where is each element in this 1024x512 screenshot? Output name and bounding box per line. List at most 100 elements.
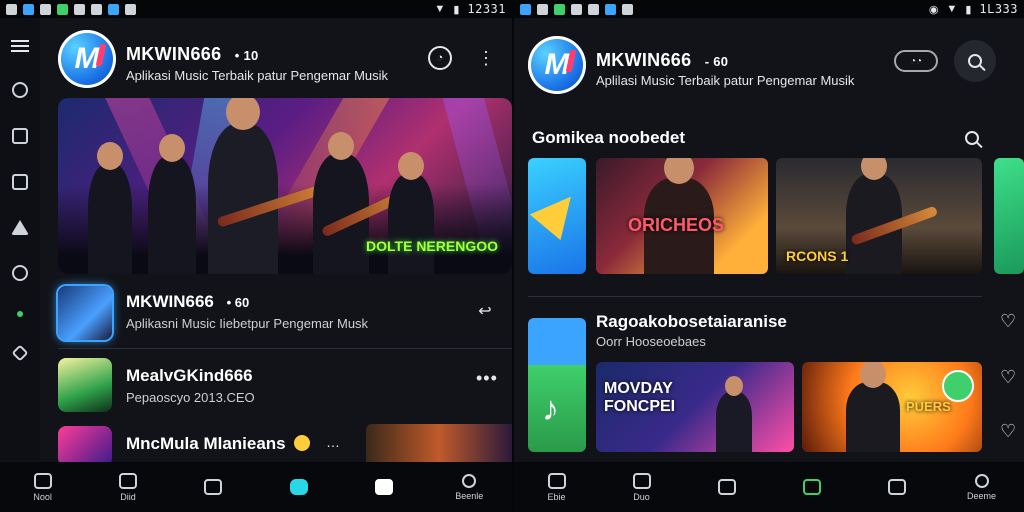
app-icon [23, 3, 34, 15]
playlist-card[interactable] [528, 158, 586, 274]
divider [528, 296, 982, 297]
album-card[interactable]: PUERS [802, 362, 982, 452]
clock: 1L333 [979, 2, 1018, 16]
more-options-icon[interactable]: ••• [476, 368, 498, 389]
menu-icon[interactable] [11, 40, 29, 52]
card-label: MOVDAY FONCPEI [604, 380, 676, 415]
sidebar [0, 18, 40, 460]
bottom-nav: Nool Diid Beenle [0, 462, 512, 512]
notification-icon [74, 3, 85, 15]
nav-play[interactable] [269, 479, 329, 495]
nav-home[interactable]: Ebie [527, 472, 587, 502]
nav-music[interactable] [782, 479, 842, 495]
emoji-icon [294, 435, 311, 451]
heart-icon[interactable]: ♡ [1000, 422, 1016, 440]
signal-icon: ▮ [965, 3, 972, 16]
heart-icon [204, 479, 223, 495]
app-icon [520, 3, 531, 15]
library-icon [374, 479, 393, 495]
playlist-card[interactable] [994, 158, 1024, 274]
app-logo: M [58, 30, 116, 88]
clock: 12331 [467, 2, 506, 16]
play-icon [289, 479, 308, 495]
album-card[interactable]: ORICHEOS [596, 158, 768, 274]
more-vertical-icon[interactable]: ⋮ [477, 46, 495, 70]
headphones-icon[interactable]: ◔ [428, 46, 452, 70]
now-playing-icon[interactable] [17, 311, 23, 317]
library-icon [887, 479, 906, 495]
nav-profile[interactable]: Beenle [439, 473, 499, 501]
divider [58, 348, 512, 349]
home-icon[interactable] [12, 82, 28, 98]
card-label: ORICHEOS [628, 215, 725, 235]
notification-icon [571, 3, 582, 15]
notification-icon [588, 3, 599, 15]
heart-icon[interactable]: ♡ [1000, 368, 1016, 386]
compass-icon [632, 472, 651, 489]
track-title: MKWIN666 • 60 [126, 292, 250, 311]
app-icon [605, 3, 616, 15]
alarm-icon: ◉ [928, 3, 939, 16]
more-options-icon[interactable]: … [326, 434, 341, 450]
band-thumbnail[interactable] [366, 424, 512, 464]
status-bar: ▼ ▮ 12331 [0, 0, 512, 18]
app-badge: • 10 [234, 48, 259, 63]
home-icon [33, 472, 52, 489]
nav-home[interactable]: Nool [13, 472, 73, 502]
nav-library[interactable] [354, 479, 414, 495]
track-subtitle: Pepaoscyo 2013.CEO [126, 390, 255, 405]
hero-banner[interactable]: DOLTE NERENGOO [58, 98, 512, 274]
radio-icon[interactable] [12, 265, 28, 281]
card-label: RCONS 1 [786, 248, 849, 264]
heart-icon[interactable]: ♡ [1000, 312, 1016, 330]
settings-icon[interactable] [11, 344, 29, 362]
nav-favorites[interactable] [183, 479, 243, 495]
track-title: MealvGKind666 [126, 366, 253, 385]
album-card[interactable]: RCONS 1 [776, 158, 982, 274]
track-subtitle: Aplikasni Music Iiebetpur Pengemar Musk [126, 316, 369, 331]
notification-icon [125, 3, 136, 15]
status-bar: ◉ ▼ ▮ 1L333 [514, 0, 1024, 18]
track-thumbnail[interactable] [58, 426, 112, 466]
bottom-nav: Ebie Duo Deeme [514, 462, 1024, 512]
section-title: Gomikea noobedet [532, 128, 686, 147]
notification-icon [622, 3, 633, 15]
nav-discover[interactable]: Duo [612, 472, 672, 502]
music-note-icon: ♪ [542, 390, 559, 428]
compass-icon [118, 472, 137, 489]
search-icon[interactable] [962, 128, 982, 148]
nav-profile[interactable]: Deeme [952, 473, 1012, 501]
nav-discover[interactable]: Diid [98, 472, 158, 502]
nav-library[interactable] [867, 479, 927, 495]
track-thumbnail[interactable] [58, 286, 112, 340]
notification-icon [6, 3, 17, 15]
heart-icon [717, 479, 736, 495]
album-card[interactable]: MOVDAY FONCPEI [596, 362, 794, 452]
app-tagline: Aplikasi Music Terbaik patur Pengemar Mu… [126, 68, 389, 83]
track-title: MncMula Mlanieans [126, 434, 311, 454]
music-note-icon [802, 479, 821, 495]
playlist-card[interactable]: ♪ [528, 318, 586, 452]
app-name: MKWIN666 • 10 [126, 44, 259, 64]
notification-icon [537, 3, 548, 15]
headphones-icon[interactable]: ◔◔ [894, 50, 938, 72]
app-tagline: Aplilasi Music Terbaik patur Pengemar Mu… [596, 73, 855, 88]
nav-favorites[interactable] [697, 479, 757, 495]
library-icon[interactable] [12, 128, 28, 144]
right-screen: ◉ ▼ ▮ 1L333 M MKWIN666 - 60 Aplilasi Mus… [514, 0, 1024, 512]
arrow-icon [529, 183, 586, 241]
profile-icon [462, 473, 477, 488]
section-title: Ragoakobosetaiaranise [596, 312, 787, 331]
wifi-icon: ▼ [946, 3, 958, 15]
track-thumbnail[interactable] [58, 358, 112, 412]
search-button[interactable] [954, 40, 996, 82]
card-label: PUERS [906, 399, 951, 414]
app-icon [108, 3, 119, 15]
image-icon[interactable] [12, 174, 28, 190]
share-icon[interactable]: ↩ [474, 302, 496, 320]
play-badge-icon[interactable] [942, 370, 974, 402]
explore-icon[interactable] [11, 220, 29, 235]
app-badge: - 60 [704, 54, 729, 69]
home-icon [547, 472, 566, 489]
app-icon [554, 3, 565, 15]
